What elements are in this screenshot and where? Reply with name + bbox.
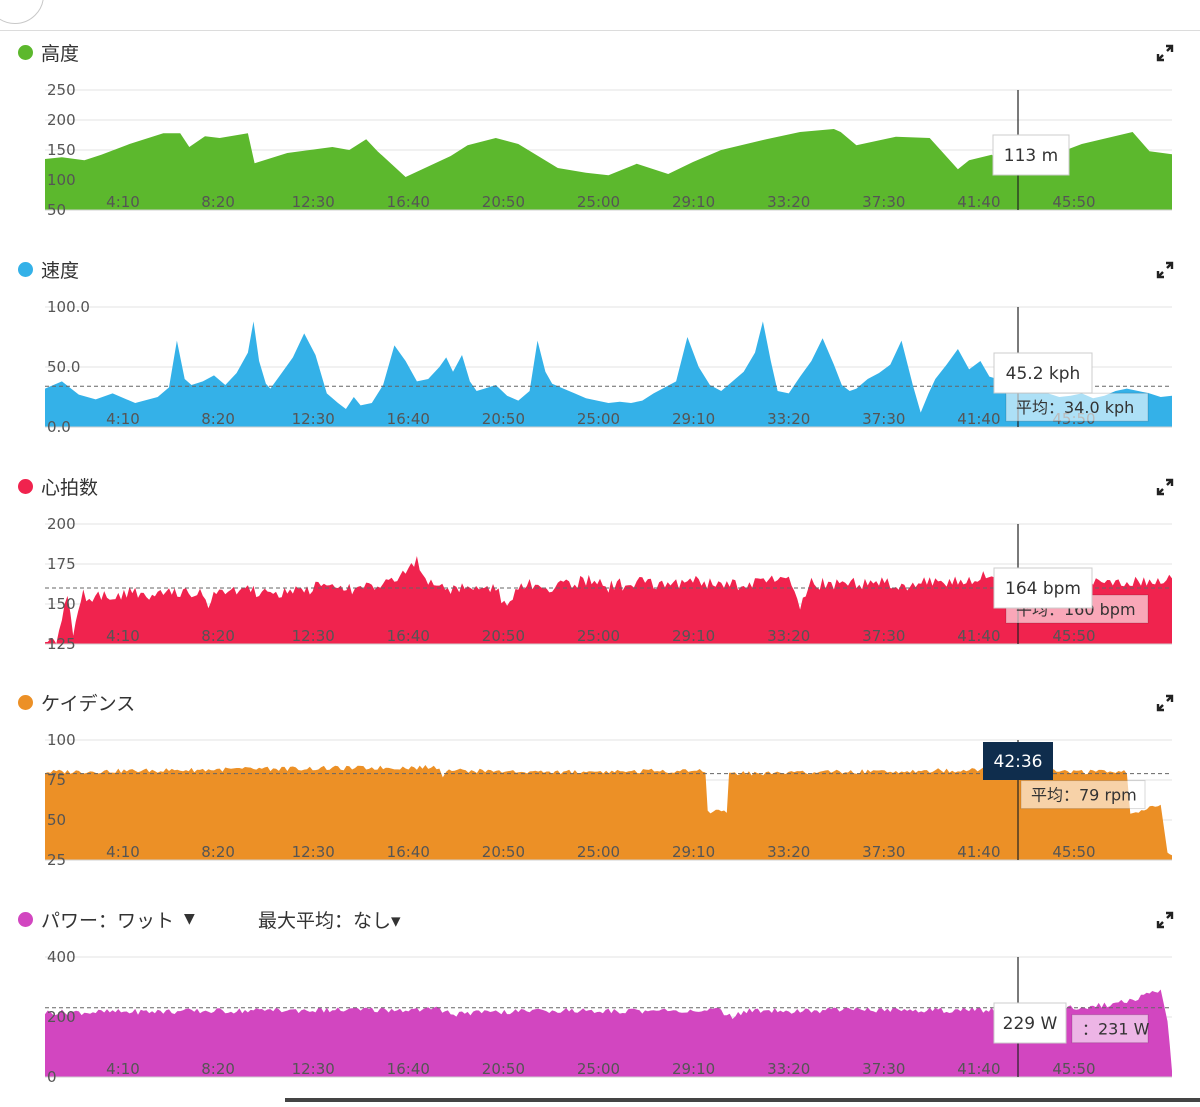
x-tick-label: 33:20 (767, 193, 810, 211)
heartrate-panel: 心拍数 200 175 150 125 4:10 8:20 12:30 16:40 20:50 2… (0, 464, 1200, 674)
x-tick-label: 45:50 (1052, 843, 1095, 861)
x-tick-label: 4:10 (106, 1060, 140, 1078)
x-tick-label: 12:30 (292, 410, 335, 428)
x-tick-label: 16:40 (387, 843, 430, 861)
power-chart: 400 200 0 4:10 8:20 12:30 16:40 20:50 25:00 29:10… (45, 948, 1172, 1086)
tooltip-value: 113 m (1004, 146, 1058, 166)
x-tick-label: 20:50 (482, 193, 525, 211)
x-tick-label: 4:10 (106, 627, 140, 645)
x-tick-label: 41:40 (957, 410, 1000, 428)
x-tick-label: 8:20 (201, 627, 235, 645)
x-tick-label: 29:10 (672, 1060, 715, 1078)
y-tick-label: 150 (47, 141, 76, 159)
bottom-scrollbar[interactable] (285, 1098, 1200, 1102)
x-tick-label: 45:50 (1052, 193, 1095, 211)
x-tick-label: 33:20 (767, 843, 810, 861)
y-tick-label: 150 (47, 595, 76, 613)
x-tick-label: 45:50 (1052, 627, 1095, 645)
y-tick-label: 175 (47, 555, 76, 573)
x-tick-label: 20:50 (482, 627, 525, 645)
x-tick-label: 4:10 (106, 410, 140, 428)
x-tick-label: 12:30 (292, 193, 335, 211)
menu-circle-button[interactable] (0, 0, 44, 24)
x-tick-label: 4:10 (106, 843, 140, 861)
tooltip-value: 229 W (1003, 1014, 1058, 1034)
x-tick-label: 8:20 (201, 843, 235, 861)
x-tick-label: 33:20 (767, 410, 810, 428)
y-tick-label: 50 (47, 811, 66, 829)
x-tick-label: 37:30 (862, 193, 905, 211)
x-tick-label: 29:10 (672, 193, 715, 211)
top-bar (0, 0, 1200, 31)
x-tick-label: 41:40 (957, 843, 1000, 861)
x-tick-label: 20:50 (482, 410, 525, 428)
x-tick-label: 8:20 (201, 410, 235, 428)
x-tick-label: 25:00 (577, 1060, 620, 1078)
x-tick-label: 29:10 (672, 627, 715, 645)
x-tick-label: 12:30 (292, 843, 335, 861)
x-tick-label: 20:50 (482, 1060, 525, 1078)
x-tick-label: 12:30 (292, 1060, 335, 1078)
y-tick-label: 50 (47, 201, 66, 219)
x-tick-label: 37:30 (862, 410, 905, 428)
x-tick-label: 45:50 (1052, 1060, 1095, 1078)
crosshair-time-label: 42:36 (994, 752, 1043, 772)
x-tick-label: 16:40 (387, 410, 430, 428)
x-tick-label: 29:10 (672, 843, 715, 861)
speed-panel: 速度 100.0 50.0 0.0 4:10 8:20 12:30 16:40 20:50 25… (0, 247, 1200, 457)
average-label: 平均：34.0 kph (1016, 398, 1134, 417)
y-tick-label: 200 (47, 515, 76, 533)
x-tick-label: 33:20 (767, 627, 810, 645)
x-tick-label: 25:00 (577, 410, 620, 428)
heartrate-chart: 200 175 150 125 4:10 8:20 12:30 16:40 20:50 25:00… (45, 515, 1172, 653)
y-tick-label: 25 (47, 851, 66, 869)
tooltip-value: 45.2 kph (1006, 364, 1081, 384)
cadence-chart: 100 75 50 25 4:10 8:20 12:30 16:40 20:50 25:00 29:… (45, 731, 1172, 869)
x-tick-label: 29:10 (672, 410, 715, 428)
y-tick-label: 100.0 (47, 298, 90, 316)
x-tick-label: 33:20 (767, 1060, 810, 1078)
x-tick-label: 37:30 (862, 843, 905, 861)
power-panel: パワー：ワット ▼ 最大平均：なし▾ 400 200 0 4:10 8:20 12:30 1… (0, 897, 1200, 1107)
x-tick-label: 41:40 (957, 193, 1000, 211)
x-tick-label: 16:40 (387, 193, 430, 211)
y-tick-label: 100 (47, 171, 76, 189)
x-tick-label: 25:00 (577, 627, 620, 645)
x-tick-label: 4:10 (106, 193, 140, 211)
x-tick-label: 25:00 (577, 193, 620, 211)
x-tick-label: 8:20 (201, 1060, 235, 1078)
y-tick-label: 200 (47, 1008, 76, 1026)
y-tick-label: 125 (47, 635, 76, 653)
tooltip-value: 164 bpm (1005, 579, 1081, 599)
x-tick-label: 41:40 (957, 1060, 1000, 1078)
altitude-chart: 250 200 150 100 50 4:10 8:20 12:30 16:40 20:50 25:… (45, 81, 1172, 219)
y-tick-label: 75 (47, 771, 66, 789)
average-label: ：231 W (1082, 1020, 1150, 1039)
x-tick-label: 37:30 (862, 627, 905, 645)
altitude-panel: 高度 250 200 150 100 50 4:10 8:20 12:30 16:40 20:50… (0, 30, 1200, 240)
y-tick-label: 250 (47, 81, 76, 99)
x-tick-label: 16:40 (387, 627, 430, 645)
y-tick-label: 200 (47, 111, 76, 129)
x-tick-label: 25:00 (577, 843, 620, 861)
y-tick-label: 50.0 (47, 358, 80, 376)
x-tick-label: 41:40 (957, 627, 1000, 645)
x-tick-label: 16:40 (387, 1060, 430, 1078)
cadence-panel: ケイデンス 100 75 50 25 4:10 8:20 12:30 16:40 20:50 25… (0, 680, 1200, 890)
average-label: 平均：79 rpm (1031, 786, 1137, 805)
y-tick-label: 100 (47, 731, 76, 749)
speed-chart: 100.0 50.0 0.0 4:10 8:20 12:30 16:40 20:50 25:00… (45, 298, 1172, 436)
x-tick-label: 20:50 (482, 843, 525, 861)
y-tick-label: 0 (47, 1068, 57, 1086)
y-tick-label: 400 (47, 948, 76, 966)
x-tick-label: 12:30 (292, 627, 335, 645)
y-tick-label: 0.0 (47, 418, 71, 436)
x-tick-label: 8:20 (201, 193, 235, 211)
x-tick-label: 37:30 (862, 1060, 905, 1078)
